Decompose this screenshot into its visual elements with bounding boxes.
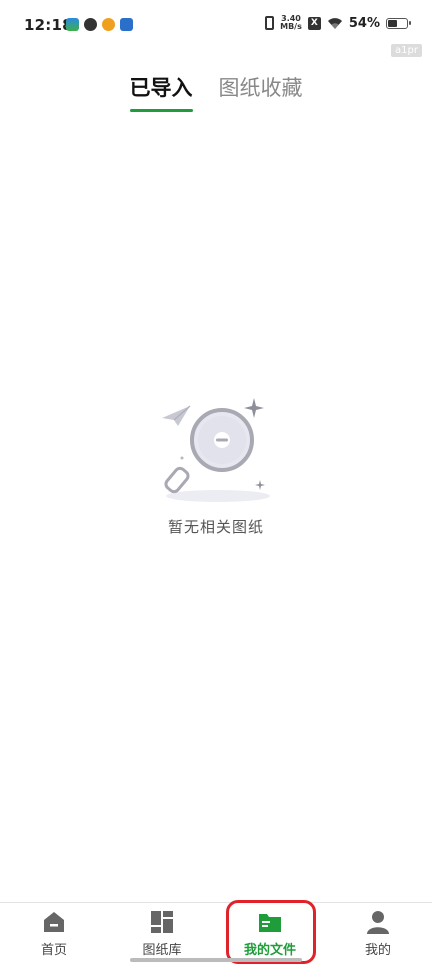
tab-drawing-favorites[interactable]: 图纸收藏 xyxy=(219,72,303,110)
weibo-icon xyxy=(102,18,115,31)
status-right: 3.40 MB/s X 54% xyxy=(265,15,411,31)
home-icon xyxy=(44,912,64,932)
empty-message: 暂无相关图纸 xyxy=(167,518,264,536)
nav-profile-label: 我的 xyxy=(364,943,391,958)
app-icon-1 xyxy=(66,18,79,31)
wifi-icon xyxy=(327,17,342,29)
folder-icon xyxy=(259,914,281,932)
nav-drawing-library[interactable]: 图纸库 xyxy=(108,903,216,965)
vibrate-icon xyxy=(265,16,275,30)
nav-home-label: 首页 xyxy=(40,943,67,958)
empty-state: 暂无相关图纸 xyxy=(0,396,432,537)
nav-drawing-library-label: 图纸库 xyxy=(142,943,182,958)
no-sim-icon: X xyxy=(307,16,321,30)
magnifier-empty-icon xyxy=(162,398,270,502)
battery-icon xyxy=(386,17,411,29)
nav-profile[interactable]: 我的 xyxy=(324,903,432,965)
network-speed: 3.40 MB/s xyxy=(280,15,302,31)
nav-my-files-label: 我的文件 xyxy=(243,943,296,958)
top-tabs: 已导入 图纸收藏 xyxy=(0,72,432,112)
watermark-badge: a1pr xyxy=(391,44,422,57)
notification-icons xyxy=(66,18,133,31)
library-grid-icon xyxy=(151,911,173,933)
home-indicator xyxy=(130,958,302,962)
bottom-nav: 首页 图纸库 我的文件 我的 xyxy=(0,902,432,965)
nav-home[interactable]: 首页 xyxy=(0,903,108,965)
tab-imported[interactable]: 已导入 xyxy=(129,72,193,112)
battery-fill xyxy=(388,19,398,27)
nav-my-files[interactable]: 我的文件 xyxy=(216,903,324,965)
app-icon-4 xyxy=(120,18,133,31)
network-speed-unit: MB/s xyxy=(280,22,302,31)
person-icon xyxy=(367,911,389,934)
status-bar: 12:18 3.40 MB/s X 54% xyxy=(0,0,432,50)
app-icon-2 xyxy=(84,18,97,31)
battery-percent: 54% xyxy=(348,15,380,31)
